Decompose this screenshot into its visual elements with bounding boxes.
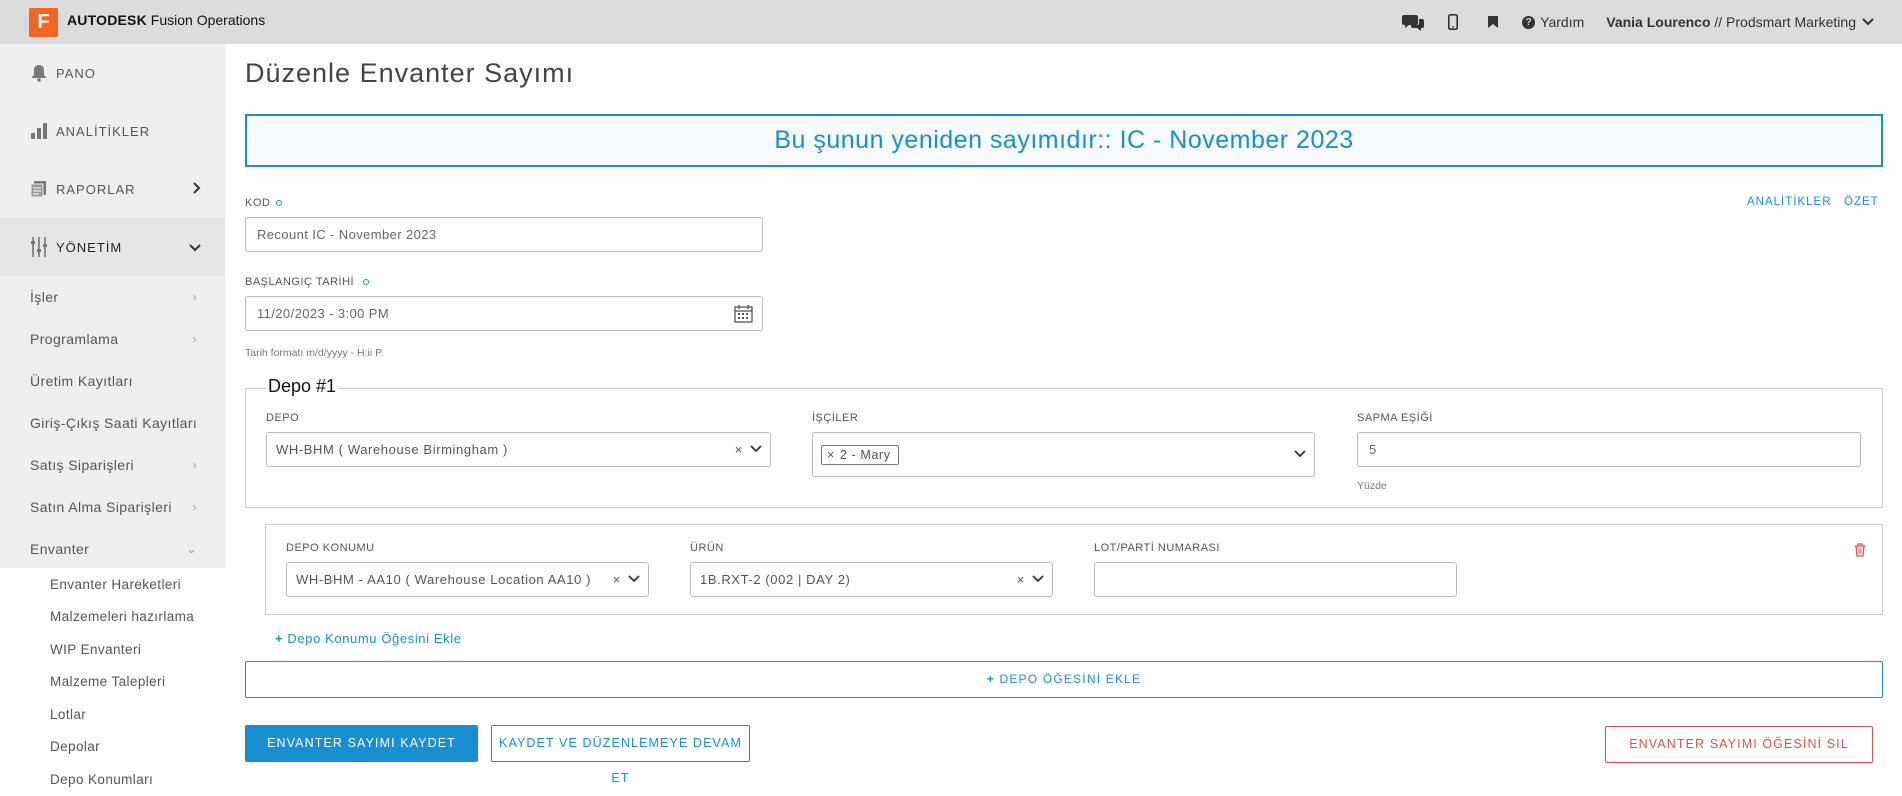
threshold-label: SAPMA EŞİĞİ: [1357, 412, 1433, 424]
threshold-hint: Yüzde: [1357, 480, 1387, 492]
page-title: Düzenle Envanter Sayımı: [245, 58, 575, 88]
chevron-right-icon: [193, 181, 201, 197]
clear-icon[interactable]: ×: [1017, 572, 1025, 587]
chevron-right-icon: ›: [192, 332, 197, 346]
bar-chart-icon: [30, 122, 50, 140]
plus-icon: +: [275, 631, 284, 646]
chevron-down-icon: [189, 239, 201, 255]
bell-icon: [30, 64, 50, 82]
mobile-icon[interactable]: [1442, 11, 1464, 33]
location-select[interactable]: WH-BHM - AA10 ( Warehouse Location AA10 …: [286, 562, 649, 597]
workers-select[interactable]: × 2 - Mary: [812, 432, 1315, 477]
sidebar: PANO ANALİTİKLER RAPORLAR YÖNETİM İşler ›…: [0, 44, 225, 787]
start-date-label: BAŞLANGIÇ TARİHİ: [245, 276, 370, 288]
add-depo-button[interactable]: + DEPO ÖĞESİNİ EKLE: [245, 661, 1883, 698]
help-icon: ?: [1522, 15, 1536, 29]
location-label: DEPO KONUMU: [286, 542, 375, 554]
user-menu[interactable]: Vania Lourenco // Prodsmart Marketing: [1606, 14, 1874, 30]
top-bar: F AUTODESK Fusion Operations ? Yardım Van…: [0, 0, 1902, 44]
sliders-icon: [30, 236, 50, 258]
depo-select[interactable]: WH-BHM ( Warehouse Birmingham ) ×: [266, 432, 771, 467]
clear-icon[interactable]: ×: [613, 572, 621, 587]
add-location-link[interactable]: + Depo Konumu Öğesini Ekle: [275, 631, 462, 646]
sidebar-subitem-wip-inventory[interactable]: WIP Envanteri: [0, 633, 225, 666]
sidebar-subitem-inventory-movements[interactable]: Envanter Hareketleri: [0, 568, 225, 601]
sidebar-subitem-material-requests[interactable]: Malzeme Talepleri: [0, 666, 225, 699]
delete-count-button[interactable]: ENVANTER SAYIMI ÖĞESİNİ SIL: [1605, 726, 1873, 763]
analytics-link[interactable]: ANALİTİKLER: [1747, 196, 1832, 208]
depo-legend: Depo #1: [266, 376, 339, 397]
help-link[interactable]: ? Yardım: [1522, 14, 1584, 30]
code-field[interactable]: Recount IC - November 2023: [245, 217, 763, 252]
chevron-right-icon: ›: [192, 458, 197, 472]
code-label: KOD: [245, 197, 283, 209]
clear-icon[interactable]: ×: [735, 442, 743, 457]
sidebar-item-pano[interactable]: PANO: [0, 44, 225, 102]
sidebar-subitem-material-prep[interactable]: Malzemeleri hazırlama: [0, 601, 225, 634]
lot-label: LOT/PARTİ NUMARASI: [1094, 542, 1220, 554]
calendar-icon[interactable]: [734, 304, 753, 326]
save-continue-button[interactable]: KAYDET VE DÜZENLEMEYE DEVAM ET: [491, 725, 750, 785]
chevron-right-icon: ›: [192, 500, 197, 514]
lot-field[interactable]: [1094, 562, 1457, 597]
recount-banner: Bu şunun yeniden sayımıdır:: IC - Novemb…: [245, 114, 1883, 167]
chevron-down-icon: [1032, 574, 1044, 582]
save-count-button[interactable]: ENVANTER SAYIMI KAYDET: [245, 725, 478, 762]
sidebar-item-purchase-orders[interactable]: Satın Alma Siparişleri ›: [0, 486, 225, 528]
sidebar-subitem-warehouse-locations[interactable]: Depo Konumları: [0, 763, 225, 796]
required-icon: [276, 200, 283, 207]
location-row: DEPO KONUMU WH-BHM - AA10 ( Warehouse Lo…: [265, 524, 1883, 615]
sidebar-item-production-records[interactable]: Üretim Kayıtları: [0, 360, 225, 402]
summary-link[interactable]: ÖZET: [1844, 196, 1879, 208]
start-date-field[interactable]: 11/20/2023 - 3:00 PM: [245, 296, 763, 331]
date-format-hint: Tarih formatı m/d/yyyy - H:ii P.: [245, 347, 384, 359]
sidebar-item-jobs[interactable]: İşler ›: [0, 276, 225, 318]
sidebar-item-scheduling[interactable]: Programlama ›: [0, 318, 225, 360]
chat-icon[interactable]: [1402, 11, 1425, 33]
trash-icon[interactable]: [1854, 543, 1866, 562]
remove-tag-icon[interactable]: ×: [827, 448, 835, 462]
chevron-down-icon: [1862, 18, 1874, 26]
chevron-down-icon: ⌄: [186, 542, 197, 556]
bookmark-icon[interactable]: [1482, 11, 1504, 33]
sidebar-item-clock-records[interactable]: Giriş-Çıkış Saati Kayıtları: [0, 402, 225, 444]
chevron-down-icon: [750, 444, 762, 452]
fusion-logo[interactable]: F: [29, 8, 58, 37]
chevron-down-icon: [628, 574, 640, 582]
chevron-down-icon: [1294, 449, 1306, 457]
threshold-field[interactable]: 5: [1357, 432, 1861, 467]
sidebar-subitem-warehouses[interactable]: Depolar: [0, 731, 225, 764]
sidebar-item-analytics[interactable]: ANALİTİKLER: [0, 102, 225, 160]
report-icon: [30, 180, 50, 198]
sidebar-item-reports[interactable]: RAPORLAR: [0, 160, 225, 218]
depo-label: DEPO: [266, 412, 300, 424]
sidebar-item-inventory[interactable]: Envanter ⌄: [0, 528, 225, 570]
product-select[interactable]: 1B.RXT-2 (002 | DAY 2) ×: [690, 562, 1053, 597]
required-icon: [363, 279, 370, 286]
sidebar-subitem-lots[interactable]: Lotlar: [0, 698, 225, 731]
plus-icon: +: [986, 672, 995, 686]
sidebar-item-management[interactable]: YÖNETİM: [0, 218, 225, 276]
workers-label: İŞÇİLER: [812, 412, 859, 424]
worker-tag[interactable]: × 2 - Mary: [821, 444, 899, 465]
product-label: ÜRÜN: [690, 542, 724, 554]
sidebar-item-sales-orders[interactable]: Satış Siparişleri ›: [0, 444, 225, 486]
brand-name: AUTODESK Fusion Operations: [67, 12, 266, 28]
chevron-right-icon: ›: [192, 290, 197, 304]
